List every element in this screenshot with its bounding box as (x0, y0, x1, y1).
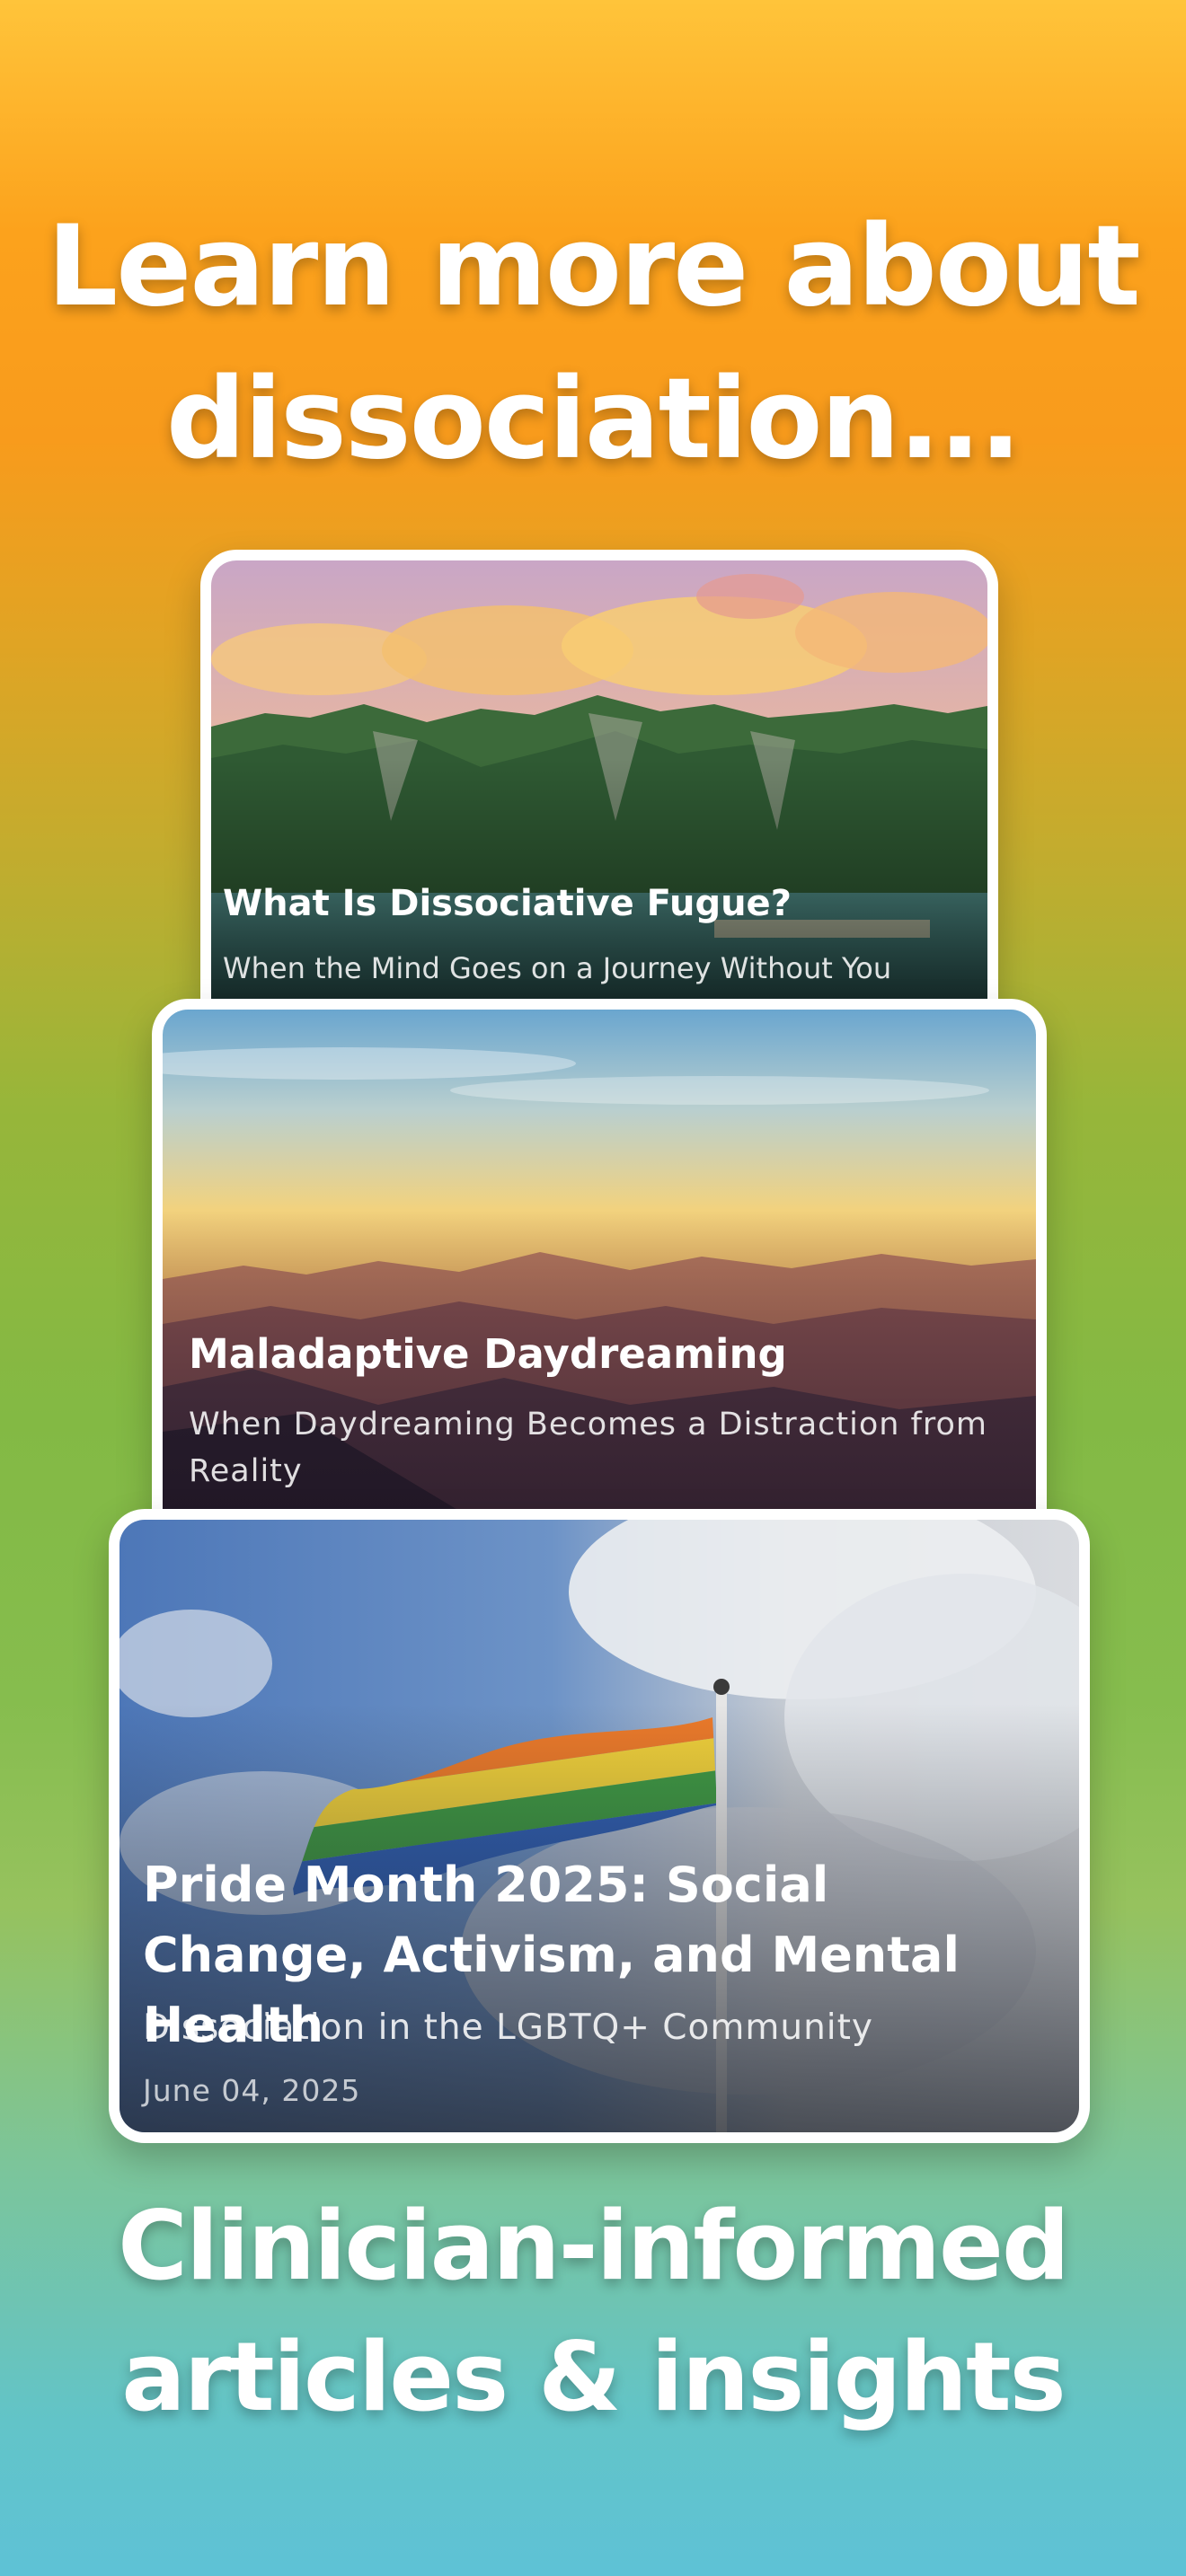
article-card-image-container (211, 560, 987, 1001)
article-date: June 04, 2025 (143, 2073, 361, 2108)
article-subtitle: Dissociation in the LGBTQ+ Community (143, 2007, 874, 2048)
article-subtitle: When Daydreaming Becomes a Distraction f… (189, 1407, 987, 1489)
headline-bottom: Clinician-informed articles & insights (0, 2181, 1186, 2443)
headline-top-line-1: Learn more about (47, 202, 1140, 331)
headline-bottom-line-2: articles & insights (121, 2322, 1067, 2432)
tropical-island-mountains-photo (211, 560, 987, 1001)
article-card-dissociative-fugue[interactable] (200, 550, 998, 1011)
article-title: What Is Dissociative Fugue? (223, 883, 792, 924)
article-subtitle: When the Mind Goes on a Journey Without … (223, 951, 892, 985)
headline-top-line-2: dissociation... (165, 355, 1022, 484)
headline-bottom-line-1: Clinician-informed (118, 2191, 1070, 2301)
article-title: Maladaptive Daydreaming (189, 1330, 787, 1378)
headline-top: Learn more about dissociation... (0, 190, 1186, 496)
